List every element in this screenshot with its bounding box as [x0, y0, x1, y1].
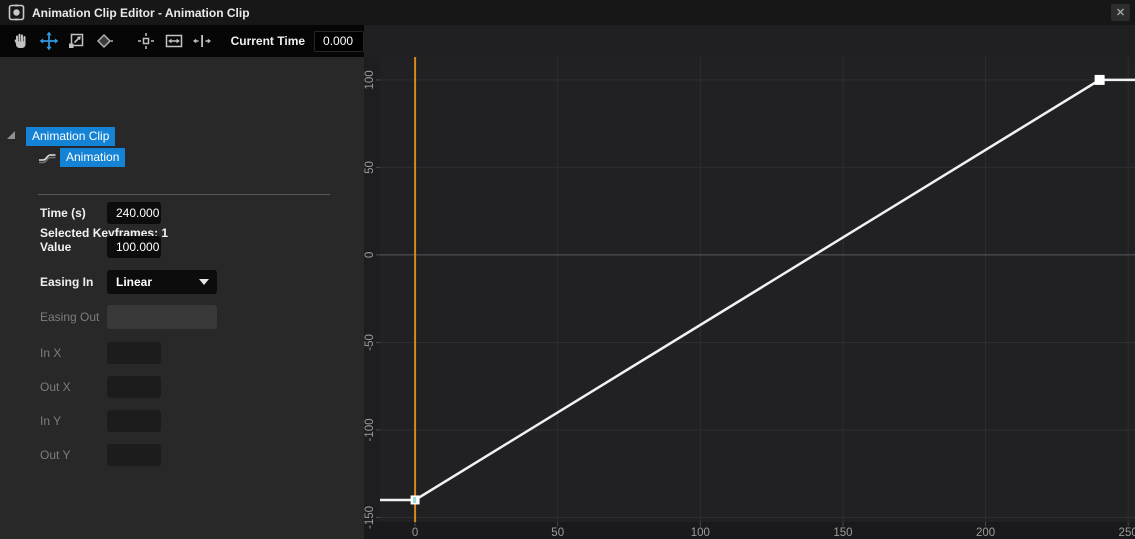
curve-editor-canvas[interactable]: 0 50 100 150 200 250 100 50 0 -50 -100 -150	[364, 25, 1135, 539]
easing-in-value: Linear	[116, 275, 152, 289]
scale-tool-button[interactable]	[64, 28, 90, 54]
close-icon[interactable]: ✕	[1111, 4, 1130, 21]
in-y-label: In Y	[40, 414, 61, 428]
tree-expander-icon[interactable]	[7, 131, 15, 139]
x-axis-strip	[364, 522, 1135, 539]
y-tick-label: 0	[364, 252, 376, 258]
in-y-input	[107, 410, 161, 432]
x-tick-label: 250	[1119, 527, 1135, 539]
fit-horizontal-icon	[164, 31, 184, 51]
y-tick-label: -150	[364, 506, 376, 529]
x-tick-label: 200	[976, 527, 995, 539]
center-view-button[interactable]	[133, 28, 159, 54]
curve-editor: 0 50 100 150 200 250 100 50 0 -50 -100 -150	[364, 25, 1135, 539]
x-tick-label: 100	[691, 527, 710, 539]
easing-out-dropdown	[107, 305, 217, 329]
time-input[interactable]	[107, 202, 161, 224]
keyframe[interactable]	[1095, 75, 1105, 85]
properties-panel: Animation Clip Animation Selected Keyfra…	[0, 57, 364, 539]
current-time-input[interactable]	[314, 31, 364, 52]
fit-width-button[interactable]	[189, 28, 215, 54]
chevron-down-icon	[199, 279, 209, 285]
panel-divider	[38, 194, 330, 195]
x-tick-label: 50	[551, 527, 564, 539]
time-label: Time (s)	[40, 206, 86, 220]
easing-in-label: Easing In	[40, 275, 93, 289]
toolbar: Current Time	[0, 25, 364, 57]
clip-icon	[8, 4, 25, 21]
move-tool-button[interactable]	[36, 28, 62, 54]
scale-icon	[66, 31, 86, 51]
out-x-label: Out X	[40, 380, 71, 394]
easing-out-label: Easing Out	[40, 310, 99, 324]
y-tick-label: -50	[364, 334, 376, 351]
pan-tool-button[interactable]	[8, 28, 34, 54]
current-time-label: Current Time	[231, 34, 305, 48]
x-tick-label: 150	[833, 527, 852, 539]
out-x-input	[107, 376, 161, 398]
hand-icon	[11, 31, 31, 51]
y-tick-label: 50	[364, 161, 376, 174]
tree-item-animation-clip[interactable]: Animation Clip	[26, 127, 115, 146]
out-y-label: Out Y	[40, 448, 70, 462]
y-tick-label: -100	[364, 418, 376, 441]
keyframe-tool-button[interactable]	[91, 28, 117, 54]
easing-in-dropdown[interactable]: Linear	[107, 270, 217, 294]
window-title: Animation Clip Editor - Animation Clip	[32, 6, 250, 20]
y-axis-strip	[364, 57, 380, 522]
keyframe-time-mark	[413, 497, 416, 503]
center-crosshair-icon	[136, 31, 156, 51]
arrows-to-bar-icon	[192, 31, 212, 51]
titlebar: Animation Clip Editor - Animation Clip ✕	[0, 0, 1135, 25]
animation-curve-icon	[38, 150, 57, 165]
in-x-input	[107, 342, 161, 364]
animation-clip-editor-window: Animation Clip Editor - Animation Clip ✕	[0, 0, 1135, 539]
x-tick-label: 0	[412, 527, 418, 539]
y-tick-label: 100	[364, 70, 376, 89]
value-input[interactable]	[107, 236, 161, 258]
out-y-input	[107, 444, 161, 466]
in-x-label: In X	[40, 346, 61, 360]
fit-horizontal-button[interactable]	[161, 28, 187, 54]
move-arrows-icon	[39, 31, 59, 51]
value-label: Value	[40, 240, 71, 254]
tree-item-animation[interactable]: Animation	[60, 148, 125, 167]
keyframe-diamond-icon	[94, 31, 114, 51]
